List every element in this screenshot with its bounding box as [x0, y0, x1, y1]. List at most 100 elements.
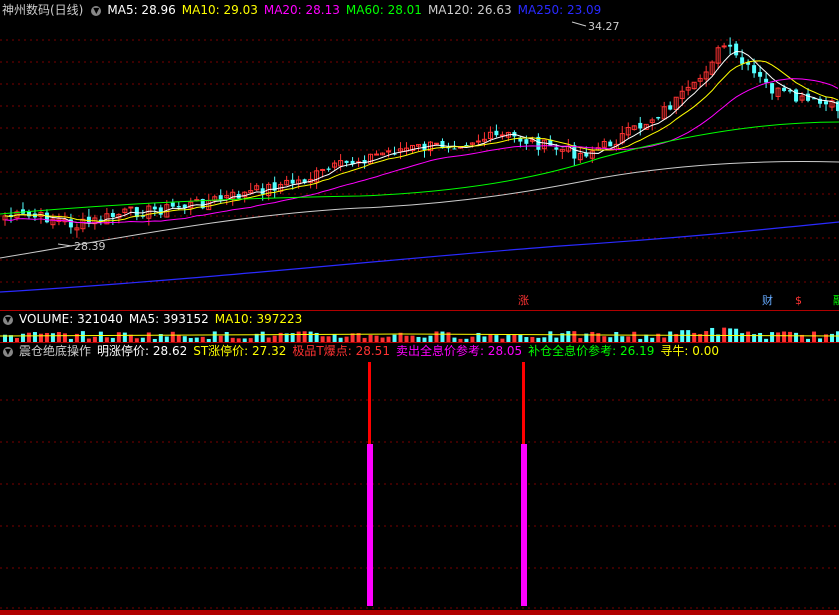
volume-bar: [122, 332, 127, 342]
dropdown-icon[interactable]: ▼: [91, 5, 102, 16]
volume-bar: [746, 331, 751, 342]
volume-bar: [686, 330, 691, 342]
indicator-value: 极品T爆点: 28.51: [292, 344, 390, 358]
candle-body: [734, 43, 739, 56]
volume-bar: [332, 334, 337, 342]
volume-ma5: MA5: 393152: [128, 312, 209, 326]
candle-body: [290, 179, 295, 184]
event-tag: 财: [762, 293, 773, 307]
volume-bar: [722, 327, 727, 342]
candle-body: [668, 105, 673, 110]
candle-body: [758, 72, 763, 77]
volume-bar: [812, 331, 817, 342]
ma250-line: [0, 221, 839, 293]
signal-bar-magenta: [367, 444, 373, 606]
candle-body: [638, 122, 643, 129]
volume-bar: [830, 333, 835, 342]
signal-bar-magenta: [521, 444, 527, 606]
volume-bar: [494, 335, 499, 342]
candle-body: [752, 65, 757, 74]
candle-body: [152, 206, 157, 210]
volume-bar: [146, 332, 151, 342]
indicator-value: ST涨停价: 27.32: [193, 344, 287, 358]
volume-bar: [170, 331, 175, 342]
event-tag: $: [795, 294, 802, 307]
volume-bar: [704, 331, 709, 342]
volume-bar: [794, 332, 799, 342]
candlestick-chart[interactable]: 34.27 28.39 涨 财 $ 融: [0, 18, 839, 310]
volume-bar: [26, 332, 31, 342]
volume-chart[interactable]: [0, 326, 839, 342]
volume-bar: [296, 331, 301, 342]
candle-body: [158, 207, 163, 215]
high-price-label: 34.27: [588, 20, 620, 33]
event-tag: 涨: [518, 294, 529, 307]
dropdown-icon[interactable]: ▼: [3, 314, 13, 325]
event-tag: 融: [833, 294, 839, 307]
ma120-line: [0, 161, 839, 259]
volume-bar: [302, 331, 307, 342]
ma-label: MA5: 28.96: [107, 3, 176, 17]
indicator-legend: 明涨停价: 28.62 ST涨停价: 27.32 极品T爆点: 28.51 卖出全息价…: [97, 344, 725, 358]
volume-header: ▼ VOLUME: 321040 MA5: 393152 MA10: 397223: [0, 311, 839, 327]
candle-body: [326, 168, 331, 170]
volume-bar: [224, 332, 229, 342]
candle-body: [475, 140, 481, 143]
volume-bar: [548, 331, 553, 342]
volume-bar: [788, 331, 793, 342]
volume-bar: [20, 333, 25, 342]
candle-body: [782, 87, 787, 91]
candle-body: [218, 195, 223, 200]
volume-bar: [176, 334, 181, 342]
volume-bar: [80, 331, 85, 342]
candle-body: [608, 141, 613, 147]
ma-label: MA20: 28.13: [263, 3, 340, 17]
volume-bar: [518, 334, 523, 342]
volume-bar: [614, 332, 619, 342]
candle-body: [728, 44, 733, 47]
volume-bar: [440, 331, 445, 342]
candle-body: [433, 142, 439, 145]
ma10-line: [4, 60, 839, 223]
candle-body: [320, 168, 326, 171]
volume-bar: [644, 334, 649, 342]
volume-bar: [98, 331, 103, 342]
candle-body: [656, 117, 661, 119]
volume-bar: [56, 332, 61, 342]
volume-bar: [434, 331, 439, 342]
volume-bar: [566, 331, 571, 342]
volume-bar: [758, 332, 763, 342]
volume-bar: [260, 331, 265, 342]
volume-bar: [632, 331, 637, 342]
candle-body: [86, 216, 91, 223]
candle-body: [176, 206, 181, 208]
stock-title: 神州数码(日线): [2, 3, 84, 17]
ma-label: MA10: 29.03: [181, 3, 258, 17]
candle-body: [770, 83, 775, 94]
volume-ma10: MA10: 397223: [214, 312, 303, 326]
volume-bar: [38, 333, 43, 342]
dropdown-icon[interactable]: ▼: [3, 346, 13, 357]
candle-body: [794, 89, 799, 102]
signal-bar-red: [368, 362, 371, 444]
candle-body: [764, 78, 769, 83]
indicator-chart[interactable]: [0, 360, 839, 615]
bottom-scroll-strip: [0, 610, 839, 615]
ma-label: MA120: 26.63: [427, 3, 512, 17]
main-chart-header: 神州数码(日线) ▼ MA5: 28.96 MA10: 29.03 MA20: 28.1…: [0, 2, 839, 18]
low-price-label: 28.39: [74, 240, 106, 253]
ma60-line: [0, 121, 839, 215]
ma-label: MA250: 23.09: [517, 3, 602, 17]
candle-body: [524, 139, 529, 144]
candle-body: [344, 160, 349, 163]
ma5-line: [4, 51, 839, 224]
ma-legend: MA5: 28.96 MA10: 29.03 MA20: 28.13 MA60: 28…: [107, 3, 607, 17]
candle-body: [170, 202, 175, 207]
volume-bar: [572, 331, 577, 342]
volume-bar: [488, 334, 493, 342]
volume-bar: [32, 332, 37, 342]
candle-body: [374, 153, 380, 156]
candle-body: [806, 93, 811, 101]
high-marker: [571, 21, 587, 27]
volume-bar: [50, 333, 55, 342]
